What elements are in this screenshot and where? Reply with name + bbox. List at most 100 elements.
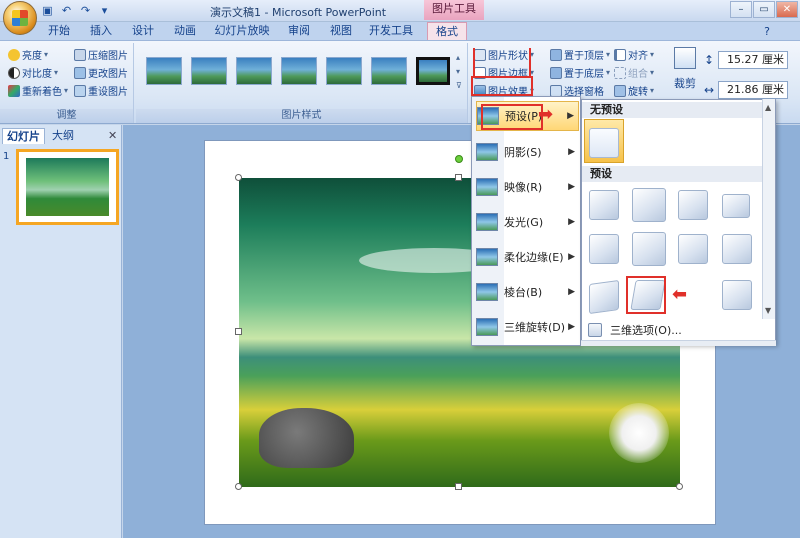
recolor-icon [8, 84, 20, 97]
preset-option-7[interactable] [678, 234, 708, 264]
menu-item-reflection-label: 映像(R) [504, 181, 543, 194]
preset-option-3[interactable] [678, 190, 708, 220]
tab-outline[interactable]: 大纲 [48, 128, 78, 144]
resize-handle[interactable] [235, 174, 242, 181]
menu-item-soft-edges[interactable]: 柔化边缘(E) ▶ [476, 242, 579, 272]
group-icon [614, 66, 626, 79]
tab-format[interactable]: 格式 [427, 22, 467, 40]
tab-review[interactable]: 审阅 [284, 22, 314, 40]
gallery-scroll-icon[interactable]: ▴ ▾ ⊽ [456, 51, 462, 93]
menu-item-shadow[interactable]: 阴影(S) ▶ [476, 137, 579, 167]
preset-option-1[interactable] [589, 190, 619, 220]
picture-style-6[interactable] [371, 57, 407, 85]
restore-icon[interactable]: ▭ [753, 1, 775, 18]
group-button[interactable]: 组合 ▾ [614, 65, 654, 80]
compress-pictures-button[interactable]: 压缩图片 [74, 47, 128, 62]
redo-icon[interactable]: ↷ [78, 3, 93, 18]
no-preset-option[interactable] [589, 128, 619, 158]
office-button[interactable] [3, 1, 37, 35]
slide-thumbnail[interactable] [16, 149, 119, 225]
resize-handle[interactable] [235, 328, 242, 335]
change-picture-button[interactable]: 更改图片 [74, 65, 128, 80]
tab-developer[interactable]: 开发工具 [368, 22, 414, 40]
preset-option-9[interactable] [589, 279, 619, 315]
contrast-icon [8, 66, 20, 79]
picture-style-3[interactable] [236, 57, 272, 85]
effects-highlight-extension [473, 48, 531, 76]
picture-style-5[interactable] [326, 57, 362, 85]
title-bar: ▣ ↶ ↷ ▾ 演示文稿1 - Microsoft PowerPoint 图片工… [0, 0, 800, 35]
reset-label: 重设图片 [88, 87, 128, 98]
change-picture-icon [74, 66, 86, 79]
picture-style-2[interactable] [191, 57, 227, 85]
contrast-label: 对比度 [22, 69, 52, 80]
tab-insert[interactable]: 插入 [86, 22, 116, 40]
3d-options-item[interactable]: 三维选项(O)... [582, 319, 762, 341]
send-to-back-button[interactable]: 置于底层 ▾ [550, 65, 610, 80]
close-icon[interactable]: ✕ [776, 1, 798, 18]
scroll-up-icon[interactable]: ▲ [765, 103, 771, 112]
red-arrow-left-icon: ⬅ [672, 284, 688, 305]
preset-option-5[interactable] [589, 234, 619, 264]
change-picture-label: 更改图片 [88, 69, 128, 80]
menu-item-bevel[interactable]: 棱台(B) ▶ [476, 277, 579, 307]
height-field[interactable]: 15.27 厘米 [718, 51, 788, 69]
recolor-button[interactable]: 重新着色 ▾ [8, 83, 68, 98]
menu-resize-grip[interactable] [581, 340, 776, 346]
customize-qat-icon[interactable]: ▾ [97, 3, 112, 18]
rotate-button[interactable]: 旋转 ▾ [614, 83, 654, 98]
close-pane-icon[interactable]: ✕ [108, 129, 117, 142]
picture-style-1[interactable] [146, 57, 182, 85]
undo-icon[interactable]: ↶ [59, 3, 74, 18]
window-title: 演示文稿1 - Microsoft PowerPoint [210, 6, 387, 19]
crop-icon[interactable] [674, 47, 696, 69]
reset-picture-button[interactable]: 重设图片 [74, 83, 128, 98]
selection-pane-icon [550, 84, 562, 97]
tab-animation[interactable]: 动画 [170, 22, 200, 40]
group-label: 组合 [628, 69, 648, 80]
rotation-handle[interactable] [455, 155, 463, 163]
reset-picture-icon [74, 84, 86, 97]
submenu-scrollbar[interactable]: ▲ ▼ [762, 99, 775, 319]
scroll-down-icon[interactable]: ▼ [765, 306, 771, 315]
resize-handle[interactable] [455, 483, 462, 490]
width-field[interactable]: 21.86 厘米 [718, 81, 788, 99]
picture-style-4[interactable] [281, 57, 317, 85]
menu-item-glow[interactable]: 发光(G) ▶ [476, 207, 579, 237]
compress-label: 压缩图片 [88, 51, 128, 62]
save-icon[interactable]: ▣ [40, 3, 55, 18]
preset-option-4[interactable] [722, 194, 750, 218]
ribbon-tabs: 开始 插入 设计 动画 幻灯片放映 审阅 视图 开发工具 格式 ? [0, 22, 800, 40]
align-button[interactable]: 对齐 ▾ [614, 47, 654, 62]
align-label: 对齐 [628, 51, 648, 62]
effects-highlight [471, 76, 533, 96]
menu-item-preset[interactable]: 预设(P) ▶ [476, 101, 579, 131]
tab-slides[interactable]: 幻灯片 [2, 128, 45, 144]
bring-front-label: 置于顶层 [564, 51, 604, 62]
preset-option-12[interactable] [722, 280, 752, 310]
resize-handle[interactable] [676, 483, 683, 490]
contrast-button[interactable]: 对比度 ▾ [8, 65, 58, 80]
preset-option-8[interactable] [722, 234, 752, 264]
align-icon [614, 48, 626, 61]
group-label-picture-styles: 图片样式 [136, 109, 467, 123]
resize-handle[interactable] [235, 483, 242, 490]
tab-slideshow[interactable]: 幻灯片放映 [214, 22, 270, 40]
tab-design[interactable]: 设计 [128, 22, 158, 40]
resize-handle[interactable] [455, 174, 462, 181]
height-icon: ↕ [704, 53, 715, 67]
picture-style-7[interactable] [416, 57, 450, 85]
menu-item-reflection[interactable]: 映像(R) ▶ [476, 172, 579, 202]
help-icon[interactable]: ? [764, 25, 770, 38]
preset-option-2[interactable] [632, 188, 666, 222]
brightness-button[interactable]: 亮度 ▾ [8, 47, 48, 62]
tab-view[interactable]: 视图 [326, 22, 356, 40]
menu-item-3d-rotation[interactable]: 三维旋转(D) ▶ [476, 312, 579, 342]
width-icon: ↔ [704, 83, 715, 97]
picture-dandelion [609, 403, 669, 463]
preset-header: 预设 [582, 166, 762, 182]
tab-home[interactable]: 开始 [44, 22, 74, 40]
bring-to-front-button[interactable]: 置于顶层 ▾ [550, 47, 610, 62]
preset-option-6[interactable] [632, 232, 666, 266]
minimize-icon[interactable]: – [730, 1, 752, 18]
